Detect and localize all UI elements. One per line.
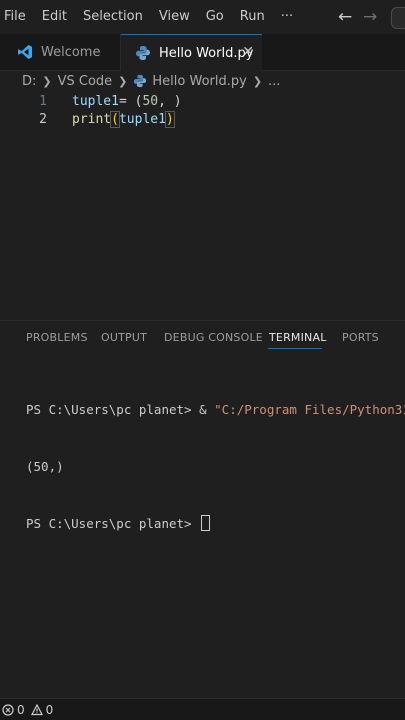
breadcrumb-more[interactable]: ... bbox=[268, 74, 280, 89]
code-text: print(tuple1) bbox=[72, 110, 175, 129]
forward-arrow-icon[interactable]: → bbox=[363, 0, 377, 34]
terminal-command: "C:/Program Files/Python311/pyt bbox=[214, 402, 405, 417]
code-text: tuple1= (50, ) bbox=[72, 92, 182, 111]
terminal-prompt: PS C:\Users\pc planet> bbox=[26, 516, 200, 531]
terminal-line: (50,) bbox=[26, 457, 405, 476]
menu-view[interactable]: View bbox=[152, 0, 197, 34]
code-number: 50 bbox=[142, 94, 159, 109]
menu-go[interactable]: Go bbox=[199, 0, 231, 34]
line-number: 1 bbox=[39, 94, 47, 109]
terminal-line: PS C:\Users\pc planet> bbox=[26, 514, 405, 533]
code-punctuation: = bbox=[118, 94, 135, 109]
panel-tabs: PROBLEMS OUTPUT DEBUG CONSOLE TERMINAL P… bbox=[0, 321, 405, 355]
terminal-line: PS C:\Users\pc planet> & "C:/Program Fil… bbox=[26, 400, 405, 419]
breadcrumb-file[interactable]: Hello World.py bbox=[152, 74, 246, 89]
menu-file[interactable]: File bbox=[2, 0, 33, 34]
chevron-right-icon: ❯ bbox=[252, 74, 263, 88]
code-editor[interactable]: 1 tuple1= (50, ) 2 print(tuple1) bbox=[0, 92, 405, 320]
python-icon bbox=[134, 74, 147, 88]
terminal-prompt: PS C:\Users\pc planet> & bbox=[26, 402, 215, 417]
warning-icon bbox=[30, 703, 43, 715]
close-icon[interactable]: ✕ bbox=[242, 44, 254, 60]
code-line: 2 print(tuple1) bbox=[0, 110, 405, 129]
tab-ports[interactable]: PORTS bbox=[342, 331, 379, 344]
chevron-right-icon: ❯ bbox=[42, 74, 52, 88]
breadcrumb-folder[interactable]: VS Code bbox=[58, 74, 113, 89]
back-arrow-icon[interactable]: ← bbox=[338, 0, 352, 34]
terminal-cursor bbox=[201, 515, 211, 531]
code-paren: ) bbox=[164, 111, 175, 128]
errors-indicator[interactable]: 0 bbox=[2, 703, 25, 717]
command-center[interactable] bbox=[391, 7, 405, 29]
tab-output[interactable]: OUTPUT bbox=[101, 331, 147, 344]
error-count: 0 bbox=[17, 702, 25, 717]
python-icon bbox=[136, 46, 150, 60]
vscode-icon bbox=[18, 45, 32, 59]
warnings-indicator[interactable]: 0 bbox=[30, 702, 54, 717]
code-line: 1 tuple1= (50, ) bbox=[0, 92, 405, 111]
tab-welcome-label: Welcome bbox=[41, 44, 101, 60]
tab-bar: Welcome Hello World.py ✕ bbox=[0, 34, 405, 71]
tab-welcome[interactable]: Welcome bbox=[0, 34, 121, 70]
tab-terminal[interactable]: TERMINAL bbox=[269, 331, 327, 344]
menu-edit[interactable]: Edit bbox=[35, 0, 74, 34]
menu-selection[interactable]: Selection bbox=[76, 0, 150, 34]
code-function: print bbox=[72, 112, 112, 127]
tab-debug-console[interactable]: DEBUG CONSOLE bbox=[164, 331, 263, 344]
code-paren: ( bbox=[110, 111, 120, 128]
status-bar: 0 0 bbox=[0, 698, 405, 720]
chevron-right-icon: ❯ bbox=[118, 74, 128, 88]
breadcrumb: D: ❯ VS Code ❯ Hello World.py ❯ ... bbox=[0, 70, 405, 92]
code-paren: ) bbox=[173, 94, 182, 109]
menu-more[interactable]: ··· bbox=[274, 0, 300, 34]
error-icon bbox=[2, 703, 14, 716]
code-variable: tuple1 bbox=[118, 112, 166, 127]
terminal-result: (50,) bbox=[26, 459, 64, 474]
tab-hello-world-label: Hello World.py bbox=[159, 45, 254, 61]
active-tab-indicator bbox=[268, 348, 322, 349]
menu-run[interactable]: Run bbox=[233, 0, 272, 34]
line-number: 2 bbox=[39, 112, 47, 127]
breadcrumb-drive[interactable]: D: bbox=[22, 74, 36, 89]
terminal-output[interactable]: PS C:\Users\pc planet> & "C:/Program Fil… bbox=[26, 362, 405, 552]
code-punctuation: , bbox=[158, 94, 174, 109]
code-variable: tuple1 bbox=[72, 94, 119, 109]
warning-count: 0 bbox=[45, 702, 54, 717]
tab-problems[interactable]: PROBLEMS bbox=[26, 331, 88, 344]
tab-hello-world[interactable]: Hello World.py ✕ bbox=[121, 34, 262, 71]
